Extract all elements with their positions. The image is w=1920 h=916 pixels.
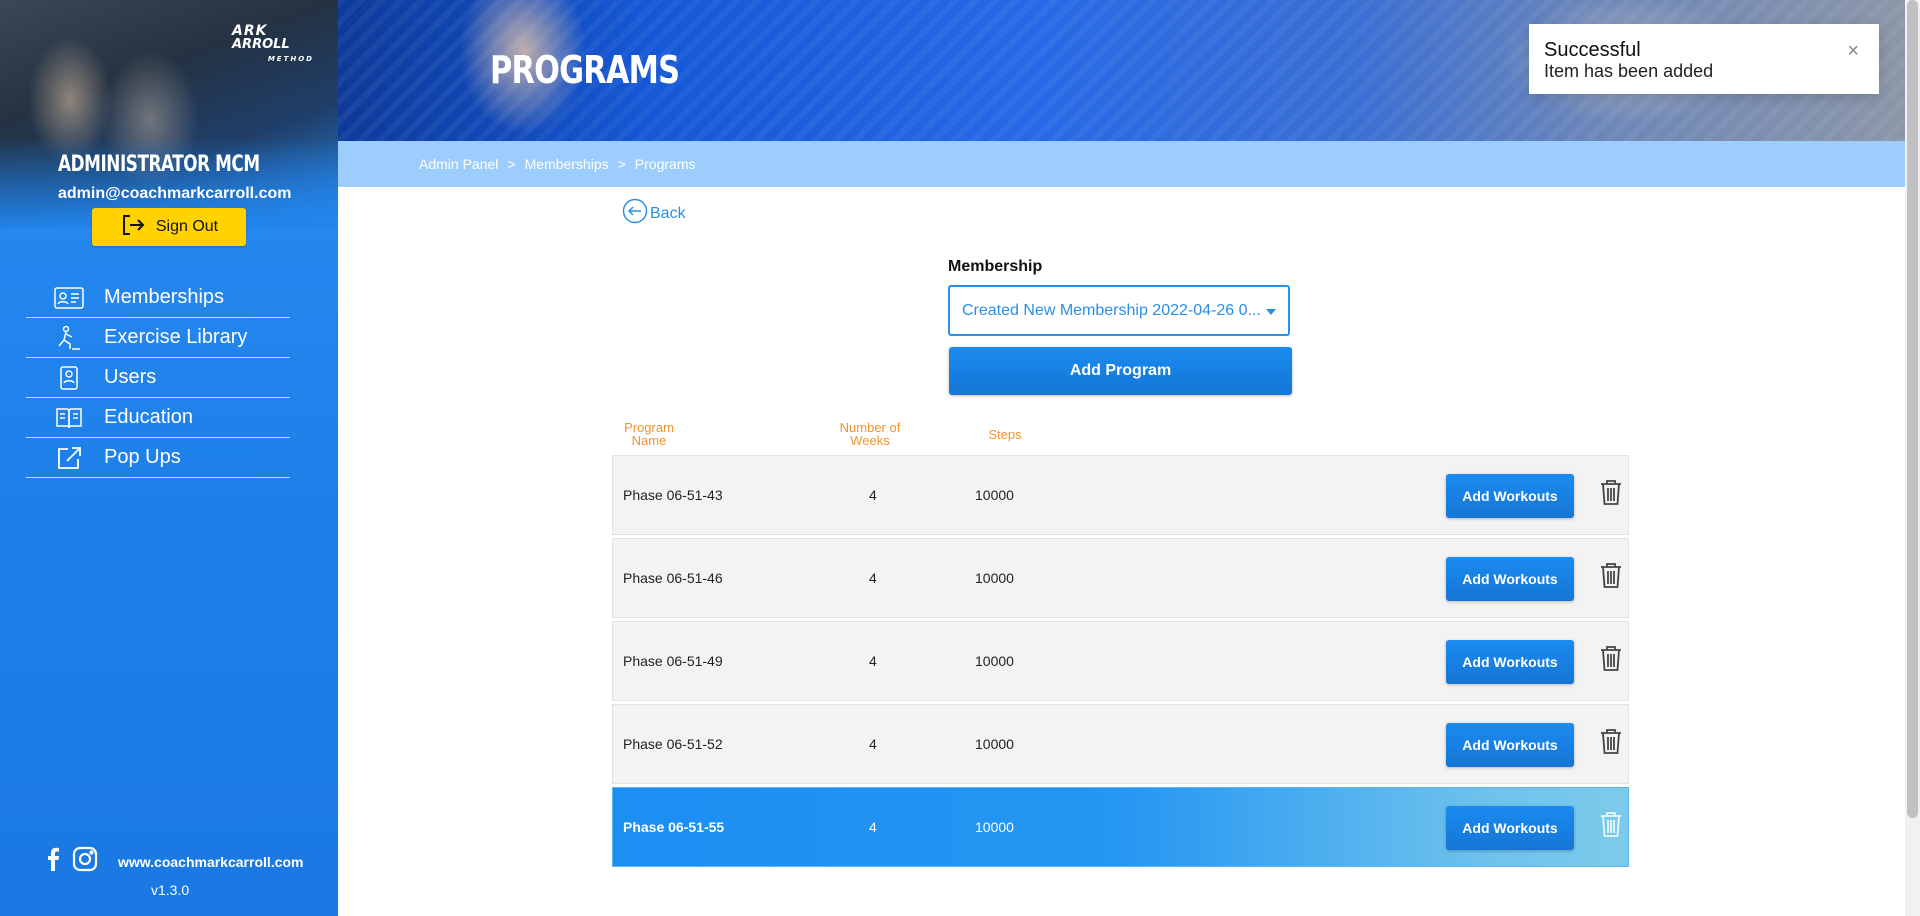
sign-out-label: Sign Out [155, 218, 219, 235]
trash-icon[interactable] [1599, 644, 1623, 672]
program-name: Phase 06-51-52 [623, 736, 723, 752]
sidebar-item-pop-ups[interactable]: Pop Ups [26, 438, 290, 478]
column-header-program-name: Program Name [624, 420, 674, 448]
facebook-icon[interactable] [46, 847, 60, 876]
page-scrollbar[interactable] [1905, 0, 1920, 916]
id-card-icon [52, 284, 86, 312]
users-icon [52, 364, 86, 392]
admin-name: ADMINISTRATOR MCM [58, 152, 260, 177]
sign-out-button[interactable]: Sign Out [92, 208, 246, 246]
table-row-selected[interactable]: Phase 06-51-55 4 10000 Add Workouts [612, 787, 1629, 867]
program-name: Phase 06-51-43 [623, 487, 723, 503]
breadcrumb-separator: > [617, 156, 626, 172]
programs-table: Phase 06-51-43 4 10000 Add Workouts Phas… [612, 455, 1629, 870]
sidebar-nav: Memberships Exercise Library Users Educa… [26, 278, 290, 478]
program-weeks: 4 [869, 819, 877, 835]
exercise-icon [52, 324, 86, 352]
table-row[interactable]: Phase 06-51-43 4 10000 Add Workouts [612, 455, 1629, 535]
add-workouts-button[interactable]: Add Workouts [1446, 474, 1574, 518]
back-label: Back [650, 204, 686, 222]
program-steps: 10000 [975, 819, 1014, 835]
membership-selected-value: Created New Membership 2022-04-26 0... [962, 301, 1261, 319]
success-toast: Successful Item has been added × [1529, 24, 1879, 94]
breadcrumb-memberships[interactable]: Memberships [525, 156, 609, 172]
logo-line-2: ARROLL [232, 37, 290, 52]
admin-email: admin@coachmarkcarroll.com [58, 185, 292, 202]
trash-icon[interactable] [1599, 561, 1623, 589]
scrollbar-thumb[interactable] [1907, 0, 1918, 818]
column-header-number-of-weeks: Number of Weeks [839, 420, 901, 448]
sidebar: ARK ARROLL METHOD ADMINISTRATOR MCM admi… [0, 0, 338, 916]
breadcrumb: Admin Panel > Memberships > Programs [338, 141, 1905, 187]
program-name: Phase 06-51-49 [623, 653, 723, 669]
back-arrow-icon [622, 198, 648, 229]
program-steps: 10000 [975, 487, 1014, 503]
add-workouts-button[interactable]: Add Workouts [1446, 723, 1574, 767]
sidebar-item-label: Pop Ups [104, 446, 181, 468]
program-weeks: 4 [869, 570, 877, 586]
program-steps: 10000 [975, 570, 1014, 586]
chevron-down-icon [1266, 309, 1276, 315]
breadcrumb-admin-panel[interactable]: Admin Panel [419, 156, 498, 172]
social-links: www.coachmarkcarroll.com [46, 846, 303, 877]
trash-icon[interactable] [1599, 478, 1623, 506]
breadcrumb-separator: > [507, 156, 516, 172]
sign-out-icon [120, 212, 146, 243]
program-weeks: 4 [869, 653, 877, 669]
column-header-steps: Steps [988, 427, 1022, 442]
trash-icon[interactable] [1599, 727, 1623, 755]
sidebar-item-label: Users [104, 366, 157, 388]
table-row[interactable]: Phase 06-51-52 4 10000 Add Workouts [612, 704, 1629, 784]
website-link[interactable]: www.coachmarkcarroll.com [118, 854, 303, 870]
add-workouts-button[interactable]: Add Workouts [1446, 806, 1574, 850]
program-steps: 10000 [975, 653, 1014, 669]
book-icon [52, 404, 86, 432]
add-workouts-button[interactable]: Add Workouts [1446, 557, 1574, 601]
program-name: Phase 06-51-55 [623, 819, 725, 835]
page-title: PROGRAMS [490, 48, 680, 92]
logo-line-3: METHOD [267, 55, 314, 63]
instagram-icon[interactable] [72, 846, 98, 877]
add-program-button[interactable]: Add Program [949, 347, 1292, 395]
sidebar-item-label: Education [104, 406, 193, 428]
sidebar-item-users[interactable]: Users [26, 358, 290, 398]
table-row[interactable]: Phase 06-51-46 4 10000 Add Workouts [612, 538, 1629, 618]
program-name: Phase 06-51-46 [623, 570, 723, 586]
program-weeks: 4 [869, 487, 877, 503]
sidebar-item-label: Memberships [104, 286, 225, 308]
membership-select[interactable]: Created New Membership 2022-04-26 0... [948, 285, 1290, 336]
sidebar-item-memberships[interactable]: Memberships [26, 278, 290, 318]
sidebar-item-label: Exercise Library [104, 326, 248, 348]
sidebar-item-education[interactable]: Education [26, 398, 290, 438]
sidebar-item-exercise-library[interactable]: Exercise Library [26, 318, 290, 358]
toast-title: Successful [1544, 39, 1641, 61]
add-workouts-button[interactable]: Add Workouts [1446, 640, 1574, 684]
back-button[interactable]: Back [622, 198, 686, 229]
table-row[interactable]: Phase 06-51-49 4 10000 Add Workouts [612, 621, 1629, 701]
program-steps: 10000 [975, 736, 1014, 752]
breadcrumb-programs: Programs [634, 156, 696, 172]
trash-icon[interactable] [1599, 810, 1623, 838]
brand-logo: ARK ARROLL METHOD [232, 24, 318, 76]
logo-line-1: ARK [232, 23, 268, 39]
close-icon[interactable]: × [1847, 40, 1859, 63]
membership-label: Membership [948, 258, 1043, 275]
external-link-icon [52, 444, 86, 472]
toast-message: Item has been added [1544, 61, 1714, 81]
app-version: v1.3.0 [151, 882, 190, 898]
program-weeks: 4 [869, 736, 877, 752]
